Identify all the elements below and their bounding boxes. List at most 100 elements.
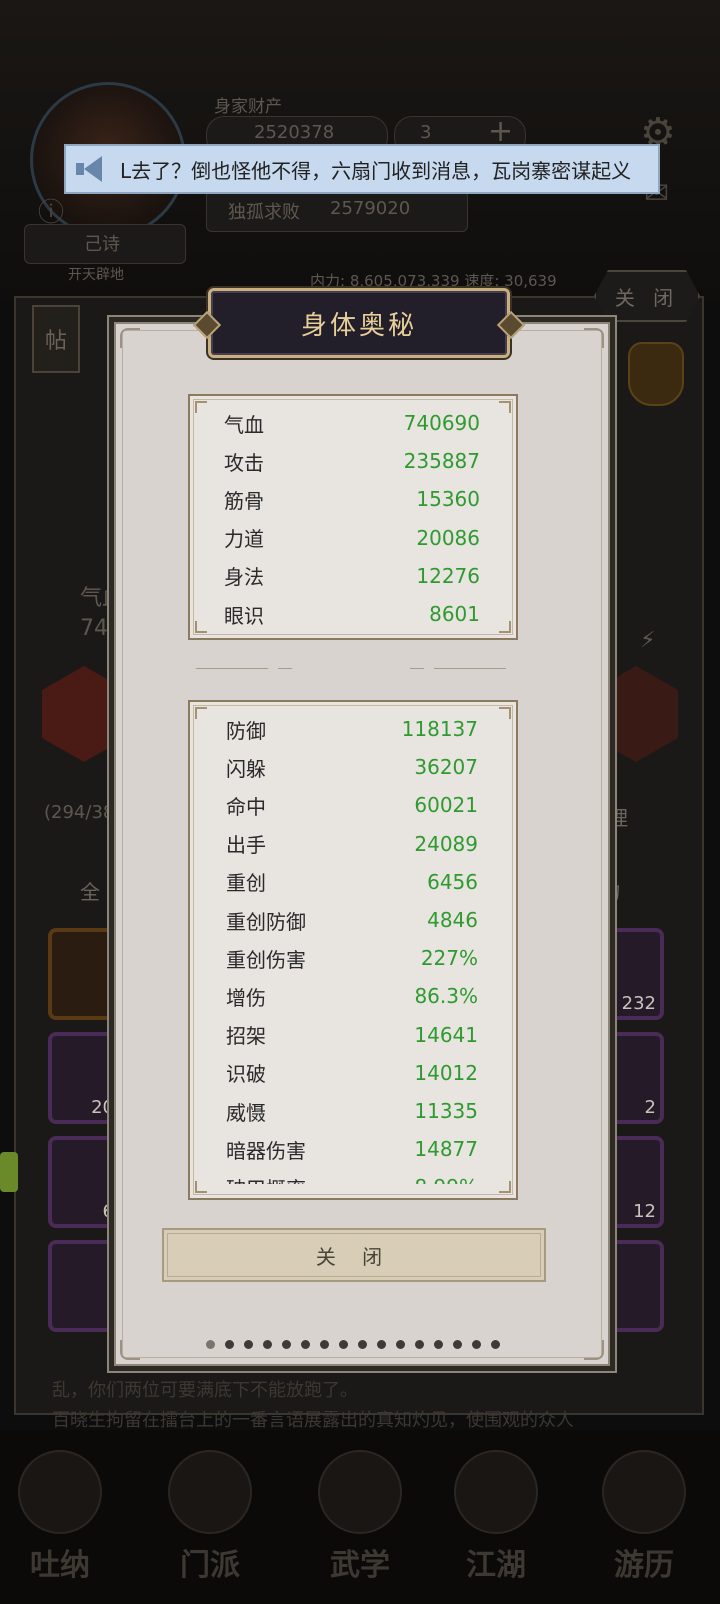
page-dot[interactable] [339, 1340, 348, 1349]
page-dot[interactable] [415, 1340, 424, 1349]
section-divider [196, 666, 506, 672]
stat-name: 威慑 [226, 1100, 266, 1125]
nav-label: 游历 [614, 1548, 674, 1583]
slot-count: 20 [91, 1097, 114, 1118]
corner-ornament [120, 1340, 140, 1360]
stat-name: 重创伤害 [226, 947, 306, 972]
stat-value: 235887 [403, 449, 480, 474]
page-dot[interactable] [225, 1340, 234, 1349]
stat-value: 24089 [414, 831, 478, 856]
power-value: 2579020 [330, 198, 411, 219]
nav-travel[interactable]: 游历 [594, 1450, 694, 1590]
stat-name: 重创 [226, 871, 266, 896]
page-dot[interactable] [472, 1340, 481, 1349]
stat-value: 20086 [416, 525, 480, 550]
page-dot[interactable] [244, 1340, 253, 1349]
stat-row: 破甲概率 8.99% [192, 1168, 514, 1184]
nav-jianghu[interactable]: 江湖 [446, 1450, 546, 1590]
stat-value: 86.3% [414, 984, 478, 1009]
stat-value: 60021 [414, 793, 478, 818]
notice-text: L去了？倒也怪他不得，六扇门收到消息，瓦岗寨密谋起义 [120, 158, 632, 183]
nav-sect[interactable]: 门派 [160, 1450, 260, 1590]
stat-row: 攻击 235887 [190, 442, 516, 480]
nav-tuna[interactable]: 吐纳 [10, 1450, 110, 1590]
page-dot[interactable] [491, 1340, 500, 1349]
stat-row: 筋骨 15360 [190, 480, 516, 518]
stat-row: 威慑 11335 [192, 1092, 514, 1130]
corner-ornament [584, 328, 604, 348]
stat-value: 8.99% [414, 1175, 478, 1184]
stat-row: 眼识 8601 [190, 595, 516, 633]
stat-value: 15360 [416, 487, 480, 512]
tickets-value: 3 [420, 122, 432, 143]
stat-row: 增伤 86.3% [192, 977, 514, 1015]
stat-name: 增伤 [226, 985, 266, 1010]
top-close-button[interactable]: 关 闭 [594, 270, 700, 322]
top-close-label: 关 闭 [614, 285, 680, 310]
stat-row: 暗器伤害 14877 [192, 1130, 514, 1168]
page-dot[interactable] [206, 1340, 215, 1349]
story-line-2: 百晓生拘留在擂台上的一番言语展露出的真知灼见，使围观的众人 [52, 1410, 574, 1431]
stat-value: 8601 [429, 602, 480, 626]
inventory-slot[interactable] [48, 1240, 122, 1332]
stat-row: 重创防御 4846 [192, 901, 514, 939]
inventory-slot[interactable]: 6 [48, 1136, 122, 1228]
slot-count: 6 [102, 1201, 114, 1222]
stat-name: 闪躲 [226, 756, 266, 781]
tie-button[interactable]: 帖 [32, 305, 80, 373]
side-character-icon[interactable] [0, 1152, 18, 1192]
corner-ornament [120, 328, 140, 348]
stat-row: 重创 6456 [192, 863, 514, 901]
stat-name: 识破 [226, 1062, 266, 1087]
lantern-icon[interactable] [628, 342, 684, 406]
slot-count: 2 [644, 1097, 656, 1118]
tie-label: 帖 [44, 329, 67, 354]
player-name: 己诗 [84, 234, 120, 255]
stat-value: 740690 [403, 411, 480, 435]
stat-row: 招架 14641 [192, 1016, 514, 1054]
filter-all-tab[interactable]: 全 [80, 876, 100, 905]
stat-name: 出手 [226, 833, 266, 858]
secondary-stats-scroll[interactable]: 防御 118137 闪躲 36207 命中 60021 出手 24089 重创 6456 重创防御 4… [192, 710, 514, 1184]
player-title: 独孤求败 [228, 202, 300, 223]
page-dot[interactable] [396, 1340, 405, 1349]
page-dot[interactable] [301, 1340, 310, 1349]
inventory-slot[interactable]: 20 [48, 1032, 122, 1124]
stat-value: 12276 [416, 563, 480, 588]
assets-label: 身家财产 [214, 97, 282, 117]
stat-value: 14641 [414, 1022, 478, 1047]
inventory-slot[interactable] [48, 928, 122, 1020]
stat-row: 重创伤害 227% [192, 939, 514, 977]
slot-count: 12 [633, 1201, 656, 1222]
page-dot[interactable] [263, 1340, 272, 1349]
page-dot[interactable] [453, 1340, 462, 1349]
stat-name: 暗器伤害 [226, 1138, 306, 1163]
stat-value: 118137 [401, 717, 478, 741]
page-dot[interactable] [282, 1340, 291, 1349]
stat-name: 筋骨 [224, 488, 264, 513]
stat-row: 力道 20086 [190, 519, 516, 557]
stat-name: 气血 [224, 412, 264, 437]
nav-martial[interactable]: 武学 [310, 1450, 410, 1590]
close-button[interactable]: 关 闭 [162, 1228, 546, 1282]
page-dot[interactable] [434, 1340, 443, 1349]
page-dot[interactable] [358, 1340, 367, 1349]
stat-row: 命中 60021 [192, 786, 514, 824]
coins-value: 2520378 [254, 122, 335, 143]
lightning-icon[interactable]: ⚡ [640, 628, 655, 653]
secondary-stats-box[interactable]: 防御 118137 闪躲 36207 命中 60021 出手 24089 重创 6456 重创防御 4… [188, 700, 518, 1200]
close-button-label: 关 闭 [315, 1244, 393, 1269]
slot-count: 232 [621, 993, 656, 1014]
stat-value: 6456 [427, 869, 478, 894]
megaphone-icon [74, 154, 110, 184]
stat-value: 11335 [414, 1099, 478, 1123]
stat-name: 眼识 [224, 603, 264, 628]
stat-value: 4846 [427, 908, 478, 932]
stat-name: 攻击 [224, 450, 264, 475]
stat-value: 227% [420, 946, 478, 971]
notice-banner[interactable]: L去了？倒也怪他不得，六扇门收到消息，瓦岗寨密谋起义 [64, 144, 660, 194]
page-dot[interactable] [320, 1340, 329, 1349]
page-dot[interactable] [377, 1340, 386, 1349]
stat-row: 出手 24089 [192, 825, 514, 863]
nav-label: 门派 [180, 1548, 240, 1583]
